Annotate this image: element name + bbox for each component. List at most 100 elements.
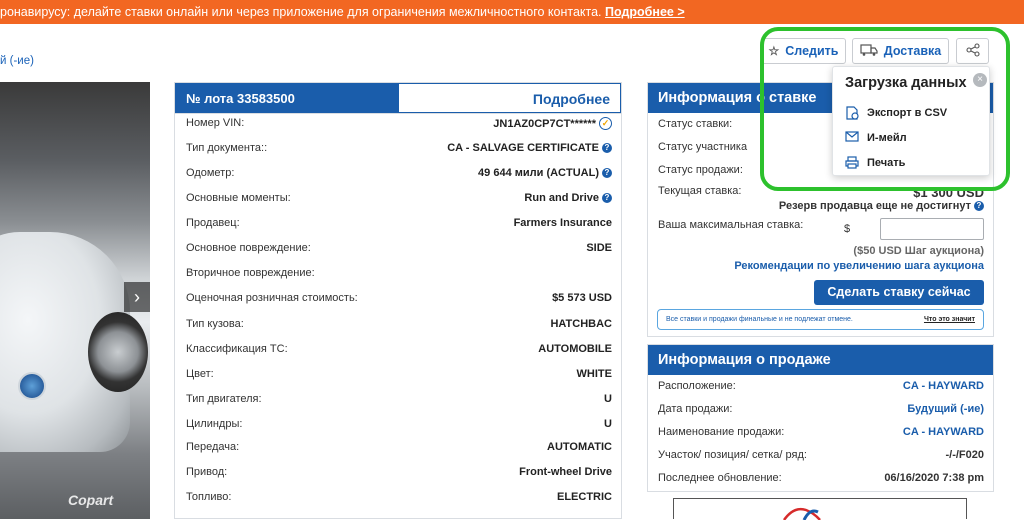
csv-file-icon — [845, 106, 859, 120]
lot-detail-row: Передача: AUTOMATIC — [186, 441, 612, 453]
sale-detail-row: Дата продажи: Будущий (-ие) — [658, 403, 984, 415]
lot-detail-value-text: AUTOMATIC — [547, 441, 612, 453]
lot-detail-row: Основные моменты: Run and Drive? — [186, 192, 612, 204]
lot-detail-value: ELECTRIC — [557, 491, 612, 503]
car-wheel-image — [88, 312, 148, 392]
lot-detail-value-text: CA - SALVAGE CERTIFICATE — [447, 142, 599, 154]
email-icon — [845, 131, 859, 145]
export-csv-label: Экспорт в CSV — [867, 107, 948, 119]
vehicle-photo[interactable]: › Copart — [0, 82, 150, 519]
help-icon[interactable]: ? — [974, 201, 984, 211]
lot-detail-value: U — [604, 393, 612, 405]
lot-detail-value-text: U — [604, 418, 612, 430]
sale-detail-row: Последнее обновление: 06/16/2020 7:38 pm — [658, 472, 984, 484]
lot-detail-label: Основное повреждение: — [186, 242, 311, 254]
lot-detail-row: Оценочная розничная стоимость: $5 573 USD — [186, 292, 612, 304]
reserve-status: Резерв продавца еще не достигнут? — [779, 200, 984, 212]
lot-detail-label: Топливо: — [186, 491, 232, 503]
lot-detail-label: Цвет: — [186, 368, 214, 380]
lot-detail-value: JN1AZ0CP7CT****** ✓ — [493, 117, 612, 130]
vin-check-icon[interactable]: ✓ — [599, 117, 612, 130]
help-icon[interactable]: ? — [602, 168, 612, 178]
car-badge-image — [18, 372, 46, 400]
sale-detail-value[interactable]: CA - HAYWARD — [903, 380, 984, 392]
sale-detail-value: -/-/F020 — [945, 449, 984, 461]
lot-detail-value-text: AUTOMOBILE — [538, 343, 612, 355]
email-label: И-мейл — [867, 132, 907, 144]
lot-detail-label: Привод: — [186, 466, 228, 478]
currency-symbol: $ — [844, 223, 851, 235]
lot-detail-value: Run and Drive? — [524, 192, 612, 204]
lot-detail-label: Основные моменты: — [186, 192, 291, 204]
lot-number: № лота 33583500 — [175, 83, 399, 113]
bid-status-label: Статус ставки: — [658, 118, 733, 130]
lot-detail-label: Цилиндры: — [186, 418, 243, 430]
lot-detail-value: SIDE — [586, 242, 612, 254]
photo-watermark: Copart — [68, 492, 114, 508]
sale-status-label: Статус продажи: — [658, 164, 743, 176]
lot-detail-value: AUTOMATIC — [547, 441, 612, 453]
lot-more-link[interactable]: Подробнее — [399, 83, 621, 113]
sale-detail-label: Участок/ позиция/ сетка/ ряд: — [658, 449, 807, 461]
help-icon[interactable]: ? — [602, 143, 612, 153]
recommend-link[interactable]: Рекомендации по увеличению шага аукциона — [734, 260, 984, 272]
lot-detail-value: $5 573 USD — [552, 292, 612, 304]
lot-detail-row: Топливо: ELECTRIC — [186, 491, 612, 503]
lot-detail-value: 49 644 мили (ACTUAL)? — [478, 167, 612, 179]
lot-detail-row: Цилиндры: U — [186, 418, 612, 430]
sale-detail-row: Участок/ позиция/ сетка/ ряд: -/-/F020 — [658, 449, 984, 461]
lot-details-panel: № лота 33583500 Подробнее Номер VIN: JN1A… — [174, 82, 622, 519]
help-icon[interactable]: ? — [602, 193, 612, 203]
sale-detail-value: 06/16/2020 7:38 pm — [884, 472, 984, 484]
lot-detail-value-text: U — [604, 393, 612, 405]
lot-detail-row: Продавец: Farmers Insurance — [186, 217, 612, 229]
banner-more-link[interactable]: Подробнее > — [605, 5, 685, 19]
lot-detail-value-text: SIDE — [586, 242, 612, 254]
recommend-row: Рекомендации по увеличению шага аукциона — [658, 260, 984, 272]
bid-now-button[interactable]: Сделать ставку сейчас — [814, 280, 984, 305]
sale-detail-row: Наименование продажи: CA - HAYWARD — [658, 426, 984, 438]
lot-detail-value: Farmers Insurance — [514, 217, 612, 229]
dropdown-title: Загрузка данных — [845, 75, 967, 91]
lot-detail-value-text: JN1AZ0CP7CT****** — [493, 117, 596, 130]
lot-detail-value-text: WHITE — [576, 368, 612, 380]
lot-detail-row: Тип кузова: HATCHBAC — [186, 318, 612, 330]
sale-detail-label: Последнее обновление: — [658, 472, 782, 484]
increment-text: ($50 USD Шаг аукциона) — [853, 245, 984, 257]
reserve-text: Резерв продавца еще не достигнут — [778, 200, 971, 212]
close-icon[interactable]: × — [973, 73, 987, 87]
lot-detail-value: WHITE — [577, 368, 612, 380]
partner-logo-icon — [782, 507, 821, 521]
lot-detail-row: Вторичное повреждение: — [186, 267, 612, 279]
lot-detail-value-text: HATCHBAC — [550, 318, 612, 330]
covid-banner: ронавирусу: делайте ставки онлайн или че… — [0, 0, 1024, 24]
lot-detail-value-text: 49 644 мили (ACTUAL) — [478, 167, 599, 179]
email-item[interactable]: И-мейл — [845, 131, 907, 145]
lot-header: № лота 33583500 Подробнее — [175, 83, 621, 114]
reserve-row: Резерв продавца еще не достигнут? — [658, 200, 984, 212]
lot-detail-label: Тип кузова: — [186, 318, 244, 330]
max-bid-label: Ваша максимальная ставка: — [658, 219, 804, 231]
lot-detail-value: U — [604, 418, 612, 430]
lot-detail-label: Номер VIN: — [186, 117, 245, 129]
lot-detail-value-text: $5 573 USD — [552, 292, 612, 304]
notice-text: Все ставки и продажи финальные и не подл… — [666, 316, 853, 323]
print-item[interactable]: Печать — [845, 156, 905, 170]
sale-info-title: Информация о продаже — [648, 345, 993, 375]
max-bid-input[interactable] — [880, 218, 984, 240]
sale-detail-value[interactable]: CA - HAYWARD — [903, 426, 984, 438]
next-photo-arrow-icon[interactable]: › — [124, 282, 150, 312]
export-csv-item[interactable]: Экспорт в CSV — [845, 106, 947, 120]
lot-detail-label: Классификация ТС: — [186, 343, 288, 355]
participant-status-label: Статус участника — [658, 141, 748, 153]
printer-icon — [845, 156, 859, 170]
lot-detail-value-text: Front-wheel Drive — [519, 466, 612, 478]
lot-detail-value: CA - SALVAGE CERTIFICATE? — [447, 142, 612, 154]
lot-detail-value: HATCHBAC — [550, 318, 612, 330]
sale-detail-value[interactable]: Будущий (-ие) — [907, 403, 984, 415]
lot-detail-label: Оценочная розничная стоимость: — [186, 292, 358, 304]
partner-banner[interactable] — [673, 498, 967, 521]
notice-link[interactable]: Что это значит — [924, 316, 975, 323]
lot-detail-row: Классификация ТС: AUTOMOBILE — [186, 343, 612, 355]
sale-status-link[interactable]: й (-ие) — [0, 55, 34, 67]
